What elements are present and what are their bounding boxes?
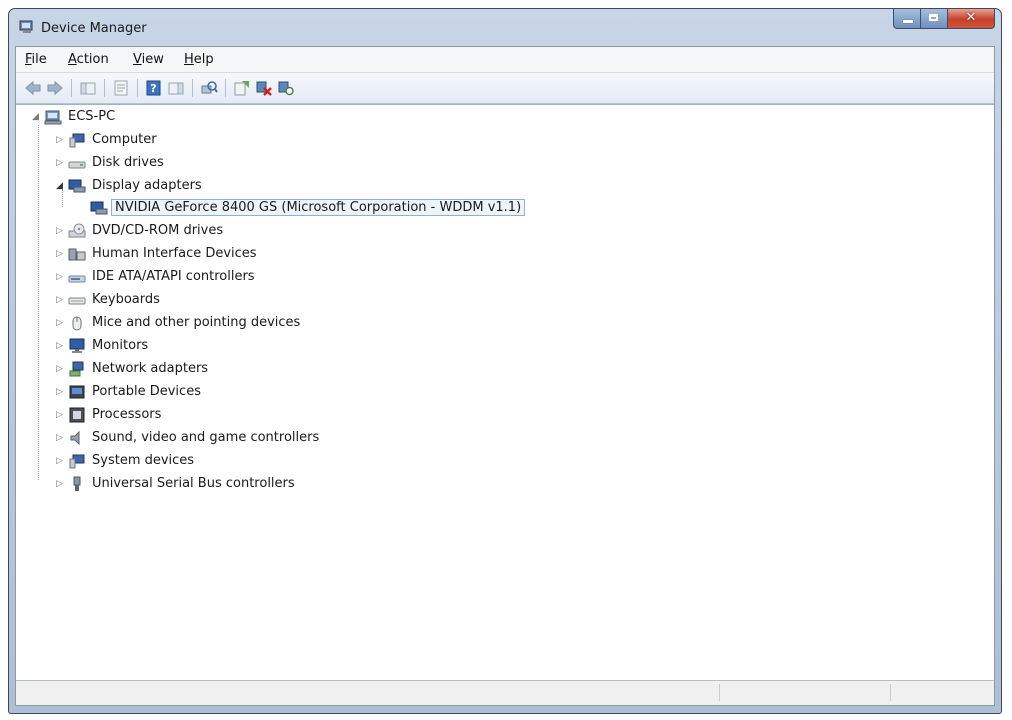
category-label: Display adapters [92,178,202,193]
category-label: System devices [92,453,195,468]
expand-arrow-icon[interactable]: ▷ [56,296,65,305]
disable-device-icon[interactable] [277,80,295,96]
category-label: Network adapters [92,361,209,376]
toolbar-separator [104,79,105,97]
expand-arrow-icon[interactable]: ▷ [56,480,65,489]
uninstall-icon[interactable] [255,80,273,96]
device-label: NVIDIA GeForce 8400 GS (Microsoft Corpor… [111,199,526,216]
usb-icon [73,476,81,491]
category-label: Disk drives [92,155,164,170]
expand-arrow-icon[interactable]: ▷ [56,250,65,259]
menu-file-label: ile [31,52,47,67]
computer-icon [44,110,62,125]
forward-arrow-icon[interactable] [46,80,64,96]
category-label: DVD/CD-ROM drives [92,223,224,238]
maximize-button[interactable] [921,9,948,29]
category-label: Sound, video and game controllers [92,430,320,445]
tree-root-label: ECS-PC [68,109,116,124]
expand-arrow-icon[interactable]: ▷ [56,457,65,466]
show-hide-console-tree-icon[interactable] [79,80,97,96]
expand-arrow-icon[interactable]: ▷ [56,159,65,168]
processor-icon [69,407,85,423]
hid-icon [68,248,86,261]
minimize-icon [903,20,913,23]
monitor-icon [69,338,85,353]
close-button[interactable]: ✕ [948,9,995,29]
title-bar[interactable]: Device Manager ✕ [9,9,1001,43]
menu-help[interactable]: Help [184,52,214,67]
category-label: Universal Serial Bus controllers [92,476,295,491]
menu-bar: File Action View Help [16,47,994,73]
category-label: Monitors [92,338,149,353]
category-label: Portable Devices [92,384,201,399]
expand-arrow-icon[interactable]: ▷ [56,411,65,420]
menu-view[interactable]: View [133,52,164,67]
toolbar-separator [192,79,193,97]
expand-arrow-icon[interactable]: ▷ [56,273,65,282]
menu-action-accelerator: A [68,52,77,67]
category-label: Human Interface Devices [92,246,257,261]
menu-view-accelerator: V [133,52,142,67]
collapse-arrow-icon[interactable]: ◢ [32,113,41,122]
toolbar: ? [16,73,994,104]
window-title: Device Manager [41,21,147,36]
ide-controller-icon [68,275,86,283]
close-icon: ✕ [965,10,977,25]
menu-view-label: iew [141,52,164,67]
update-driver-icon[interactable] [233,80,251,96]
status-pane-divider [890,684,891,701]
status-bar [16,680,994,705]
scan-hardware-icon[interactable] [200,80,218,96]
status-pane-divider [719,684,720,701]
menu-action-label: ction [76,52,109,67]
category-label: Computer [92,132,157,147]
speaker-icon [70,430,80,446]
computer-icon [69,133,85,148]
display-adapter-icon [90,201,108,215]
device-manager-app-icon [19,20,33,33]
category-label: Keyboards [92,292,160,307]
menu-file[interactable]: File [25,52,47,67]
help-icon[interactable]: ? [145,80,163,96]
maximize-icon [929,14,938,21]
expand-arrow-icon[interactable]: ▷ [56,227,65,236]
collapse-arrow-icon[interactable]: ◢ [56,182,65,191]
network-adapter-icon [69,361,84,377]
expand-arrow-icon[interactable]: ▷ [56,434,65,443]
system-device-icon [69,454,85,469]
tree-connector-line [62,189,63,207]
category-label: IDE ATA/ATAPI controllers [92,269,255,284]
category-label: Mice and other pointing devices [92,315,301,330]
toolbar-separator [225,79,226,97]
back-arrow-icon[interactable] [24,80,42,96]
keyboard-icon [68,297,86,305]
mouse-icon [72,316,82,331]
menu-help-accelerator: H [184,52,194,67]
menu-help-label: elp [193,52,214,67]
expand-arrow-icon[interactable]: ▷ [56,319,65,328]
expand-arrow-icon[interactable]: ▷ [56,365,65,374]
client-area: File Action View Help ? ◢ ECS-PC ▷ Compu… [15,46,995,706]
minimize-button[interactable] [893,9,921,29]
toolbar-separator [71,79,72,97]
expand-arrow-icon[interactable]: ▷ [56,342,65,351]
category-label: Processors [92,407,162,422]
disk-drive-icon [68,161,86,169]
svg-text:?: ? [150,82,156,95]
device-tree[interactable]: ◢ ECS-PC ▷ Computer ▷ Disk drives ◢ Disp… [16,104,994,680]
display-adapter-icon [68,179,86,193]
device-manager-window: Device Manager ✕ File Action View Help ? [8,8,1002,714]
portable-device-icon [69,385,85,399]
toolbar-separator [137,79,138,97]
tree-connector-line [38,125,39,480]
dvd-drive-icon [68,223,86,238]
properties-icon[interactable] [112,80,130,96]
action-pane-icon[interactable] [167,80,185,96]
caption-buttons: ✕ [893,9,995,29]
menu-action[interactable]: Action [68,52,109,67]
expand-arrow-icon[interactable]: ▷ [56,388,65,397]
expand-arrow-icon[interactable]: ▷ [56,136,65,145]
